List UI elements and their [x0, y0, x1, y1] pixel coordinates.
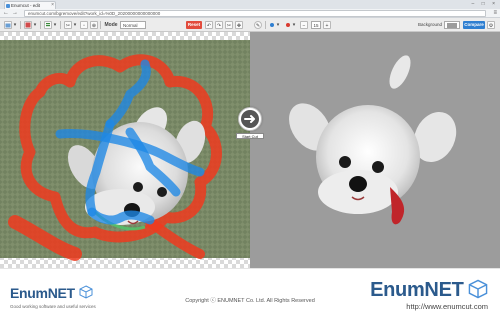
mode-value: Normal	[123, 23, 138, 28]
start-cut-label[interactable]: Start Cut	[236, 133, 264, 139]
browser-tab-bar: Enumcut - edit × – □ ×	[0, 0, 500, 9]
separator	[60, 21, 61, 29]
start-cut-button[interactable]	[238, 107, 262, 131]
footer-tagline: Good working software and useful service…	[10, 304, 96, 309]
cutout-dog	[289, 55, 457, 225]
browser-tab[interactable]: Enumcut - edit ×	[4, 1, 56, 9]
tab-close-icon[interactable]: ×	[51, 2, 54, 9]
tab-title: Enumcut - edit	[11, 3, 41, 8]
cube-logo-icon	[468, 279, 488, 299]
open-file-icon[interactable]	[4, 21, 12, 29]
separator	[40, 21, 41, 29]
back-icon[interactable]: ←	[3, 10, 9, 16]
crop-icon[interactable]: ✂	[64, 21, 72, 29]
brush-tool-icon[interactable]: ✎	[254, 21, 262, 29]
redo-icon[interactable]: ↷	[215, 21, 223, 29]
remove-brush-icon[interactable]	[284, 21, 292, 29]
result-preview-pane[interactable]	[250, 32, 500, 268]
result-photo	[289, 55, 457, 225]
separator	[265, 21, 266, 29]
favicon-icon	[6, 3, 10, 8]
browser-menu-icon[interactable]: ≡	[493, 10, 497, 16]
mode-label: Mode	[104, 22, 118, 28]
logo-text-right: EnumNET	[370, 279, 464, 301]
brush-size-field[interactable]: 15	[311, 21, 321, 29]
forward-icon[interactable]: →	[12, 10, 18, 16]
window-controls[interactable]: – □ ×	[472, 1, 499, 7]
source-image-pane[interactable]	[0, 32, 250, 268]
move-tool-icon[interactable]: ✥	[235, 21, 243, 29]
address-bar: ← → enumcut.com/bgremove/edit?work_id=%0…	[0, 9, 500, 18]
compare-button[interactable]: Compare	[463, 21, 485, 29]
save-icon[interactable]	[24, 21, 32, 29]
background-select[interactable]	[444, 21, 460, 29]
editor-toolbar: ▾ ▾ ▾ ✂ ▾ ▫ ⊕ Mode Normal Reset ↶ ↷ ✂ ✥ …	[0, 18, 500, 32]
zoom-icon[interactable]: ⊕	[90, 21, 98, 29]
cut-tool-icon[interactable]: ✂	[225, 21, 233, 29]
keep-brush-icon[interactable]	[268, 21, 276, 29]
reset-button[interactable]: Reset	[186, 21, 202, 29]
fit-view-icon[interactable]: ▫	[80, 21, 88, 29]
brush-size-decrease-icon[interactable]: −	[300, 21, 308, 29]
footer-url-link[interactable]: http://www.enumcut.com	[370, 302, 488, 311]
crop-dropdown-icon[interactable]: ▾	[73, 21, 77, 29]
brush-size-increase-icon[interactable]: +	[323, 21, 331, 29]
page-footer: EnumNET Good working software and useful…	[0, 268, 500, 322]
url-field[interactable]: enumcut.com/bgremove/edit?work_id=%0D_20…	[24, 10, 486, 17]
settings-icon[interactable]: ⚙	[487, 21, 495, 29]
separator	[20, 21, 21, 29]
layers-icon[interactable]	[44, 21, 52, 29]
open-dropdown-icon[interactable]: ▾	[13, 21, 17, 29]
editor-canvas: Start Cut	[0, 32, 500, 268]
undo-icon[interactable]: ↶	[205, 21, 213, 29]
remove-dropdown-icon[interactable]: ▾	[292, 21, 296, 29]
source-photo[interactable]	[0, 32, 250, 268]
layers-dropdown-icon[interactable]: ▾	[53, 21, 57, 29]
mode-select[interactable]: Normal	[120, 21, 146, 29]
save-dropdown-icon[interactable]: ▾	[33, 21, 37, 29]
footer-logo-right[interactable]: EnumNET http://www.enumcut.com	[370, 279, 488, 311]
keep-dropdown-icon[interactable]: ▾	[276, 21, 280, 29]
separator	[100, 21, 101, 29]
background-label: Background	[417, 22, 443, 27]
